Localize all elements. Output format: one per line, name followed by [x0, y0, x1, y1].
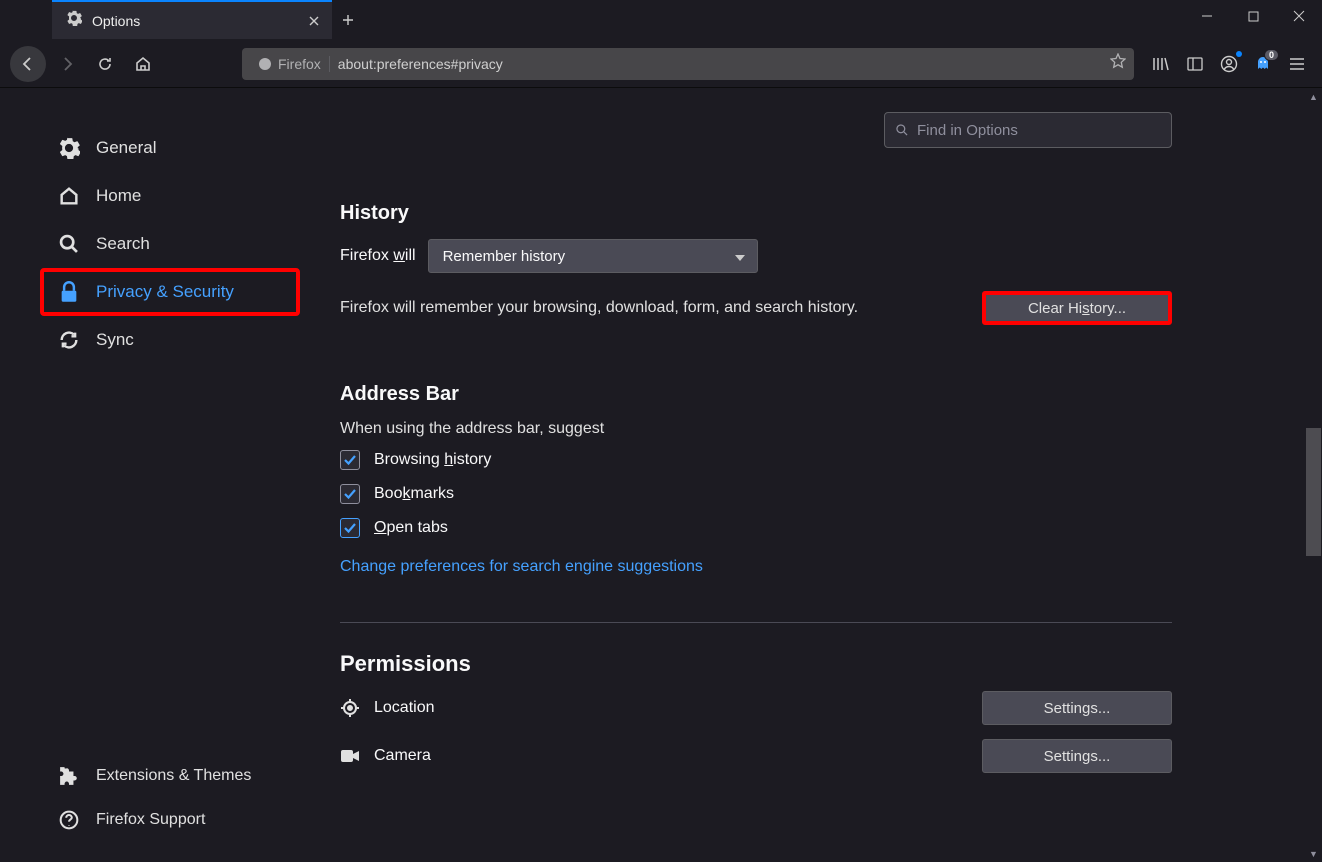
permission-label: Location: [374, 699, 435, 717]
library-button[interactable]: [1144, 47, 1178, 81]
sidebar-item-home[interactable]: Home: [40, 172, 300, 220]
suggest-bookmarks-row: Bookmarks: [340, 484, 1172, 504]
search-icon: [895, 123, 909, 137]
history-heading: History: [340, 202, 1172, 225]
url-text: about:preferences#privacy: [338, 56, 1104, 72]
help-icon: [58, 810, 80, 830]
camera-settings-button[interactable]: Settings...: [982, 739, 1172, 773]
identity-box[interactable]: Firefox: [250, 56, 330, 72]
find-input[interactable]: [917, 122, 1161, 139]
sidebar-label: Sync: [96, 330, 134, 350]
section-separator: [340, 622, 1172, 623]
back-button[interactable]: [10, 46, 46, 82]
find-in-options[interactable]: [884, 112, 1172, 148]
sidebar-label: General: [96, 138, 156, 158]
gear-icon: [66, 10, 82, 31]
ghostery-button[interactable]: 0: [1246, 47, 1280, 81]
checkbox-label: Browsing history: [374, 451, 491, 469]
bookmark-star-icon[interactable]: [1110, 53, 1126, 74]
chevron-down-icon: [735, 248, 745, 265]
sidebar-item-sync[interactable]: Sync: [40, 316, 300, 364]
sidebar-item-privacy[interactable]: Privacy & Security: [40, 268, 300, 316]
home-button[interactable]: [126, 47, 160, 81]
permissions-heading: Permissions: [340, 651, 1172, 677]
scroll-down-arrow[interactable]: ▼: [1309, 845, 1318, 862]
location-icon: [340, 698, 360, 718]
scroll-up-arrow[interactable]: ▲: [1309, 88, 1318, 105]
forward-button[interactable]: [50, 47, 84, 81]
new-tab-button[interactable]: [332, 0, 364, 39]
sidebar-label: Privacy & Security: [96, 282, 234, 302]
reload-button[interactable]: [88, 47, 122, 81]
firefox-icon: [258, 57, 272, 71]
window-controls: [1184, 0, 1322, 32]
history-mode-select[interactable]: Remember history: [428, 239, 758, 273]
location-settings-button[interactable]: Settings...: [982, 691, 1172, 725]
lock-icon: [58, 281, 80, 303]
preferences-main: History Firefox will Remember history Fi…: [300, 88, 1322, 862]
search-suggestions-link[interactable]: Change preferences for search engine sug…: [340, 558, 1172, 576]
suggest-opentabs-checkbox[interactable]: [340, 518, 360, 538]
sidebar-label: Home: [96, 186, 141, 206]
sidebar-item-search[interactable]: Search: [40, 220, 300, 268]
addressbar-heading: Address Bar: [340, 383, 1172, 406]
scrollbar[interactable]: ▲ ▼: [1305, 88, 1322, 862]
sidebar-item-extensions[interactable]: Extensions & Themes: [40, 754, 300, 798]
addressbar-sub: When using the address bar, suggest: [340, 420, 1172, 438]
home-icon: [58, 185, 80, 207]
sync-icon: [58, 329, 80, 351]
sidebar-label: Extensions & Themes: [96, 767, 251, 785]
permission-location-row: Location Settings...: [340, 691, 1172, 725]
ghostery-badge: 0: [1264, 49, 1279, 61]
url-bar[interactable]: Firefox about:preferences#privacy: [242, 48, 1134, 80]
camera-icon: [340, 749, 360, 763]
close-window-button[interactable]: [1276, 0, 1322, 32]
sidebar-toggle-button[interactable]: [1178, 47, 1212, 81]
maximize-button[interactable]: [1230, 0, 1276, 32]
permission-camera-row: Camera Settings...: [340, 739, 1172, 773]
suggest-history-checkbox[interactable]: [340, 450, 360, 470]
search-icon: [58, 233, 80, 255]
close-tab-icon[interactable]: [306, 13, 322, 29]
sidebar-item-support[interactable]: Firefox Support: [40, 798, 300, 842]
preferences-sidebar: General Home Search Privacy & Security S…: [0, 88, 300, 862]
menu-button[interactable]: [1280, 47, 1314, 81]
suggest-bookmarks-checkbox[interactable]: [340, 484, 360, 504]
puzzle-icon: [58, 766, 80, 786]
minimize-button[interactable]: [1184, 0, 1230, 32]
sidebar-label: Firefox Support: [96, 811, 205, 829]
titlebar: Options: [0, 0, 1322, 40]
identity-label: Firefox: [278, 56, 321, 72]
suggest-history-row: Browsing history: [340, 450, 1172, 470]
scrollbar-thumb[interactable]: [1306, 428, 1321, 556]
gear-icon: [58, 137, 80, 159]
account-button[interactable]: [1212, 47, 1246, 81]
navigation-toolbar: Firefox about:preferences#privacy 0: [0, 40, 1322, 88]
permission-label: Camera: [374, 747, 431, 765]
sidebar-item-general[interactable]: General: [40, 124, 300, 172]
select-value: Remember history: [443, 248, 566, 265]
history-description: Firefox will remember your browsing, dow…: [340, 299, 858, 317]
checkbox-label: Bookmarks: [374, 485, 454, 503]
sidebar-label: Search: [96, 234, 150, 254]
tab-title: Options: [92, 13, 306, 29]
checkbox-label: Open tabs: [374, 519, 448, 537]
browser-tab[interactable]: Options: [52, 0, 332, 39]
notification-dot: [1236, 51, 1242, 57]
history-will-label: Firefox will: [340, 247, 416, 265]
clear-history-button[interactable]: Clear History...: [982, 291, 1172, 325]
suggest-opentabs-row: Open tabs: [340, 518, 1172, 538]
